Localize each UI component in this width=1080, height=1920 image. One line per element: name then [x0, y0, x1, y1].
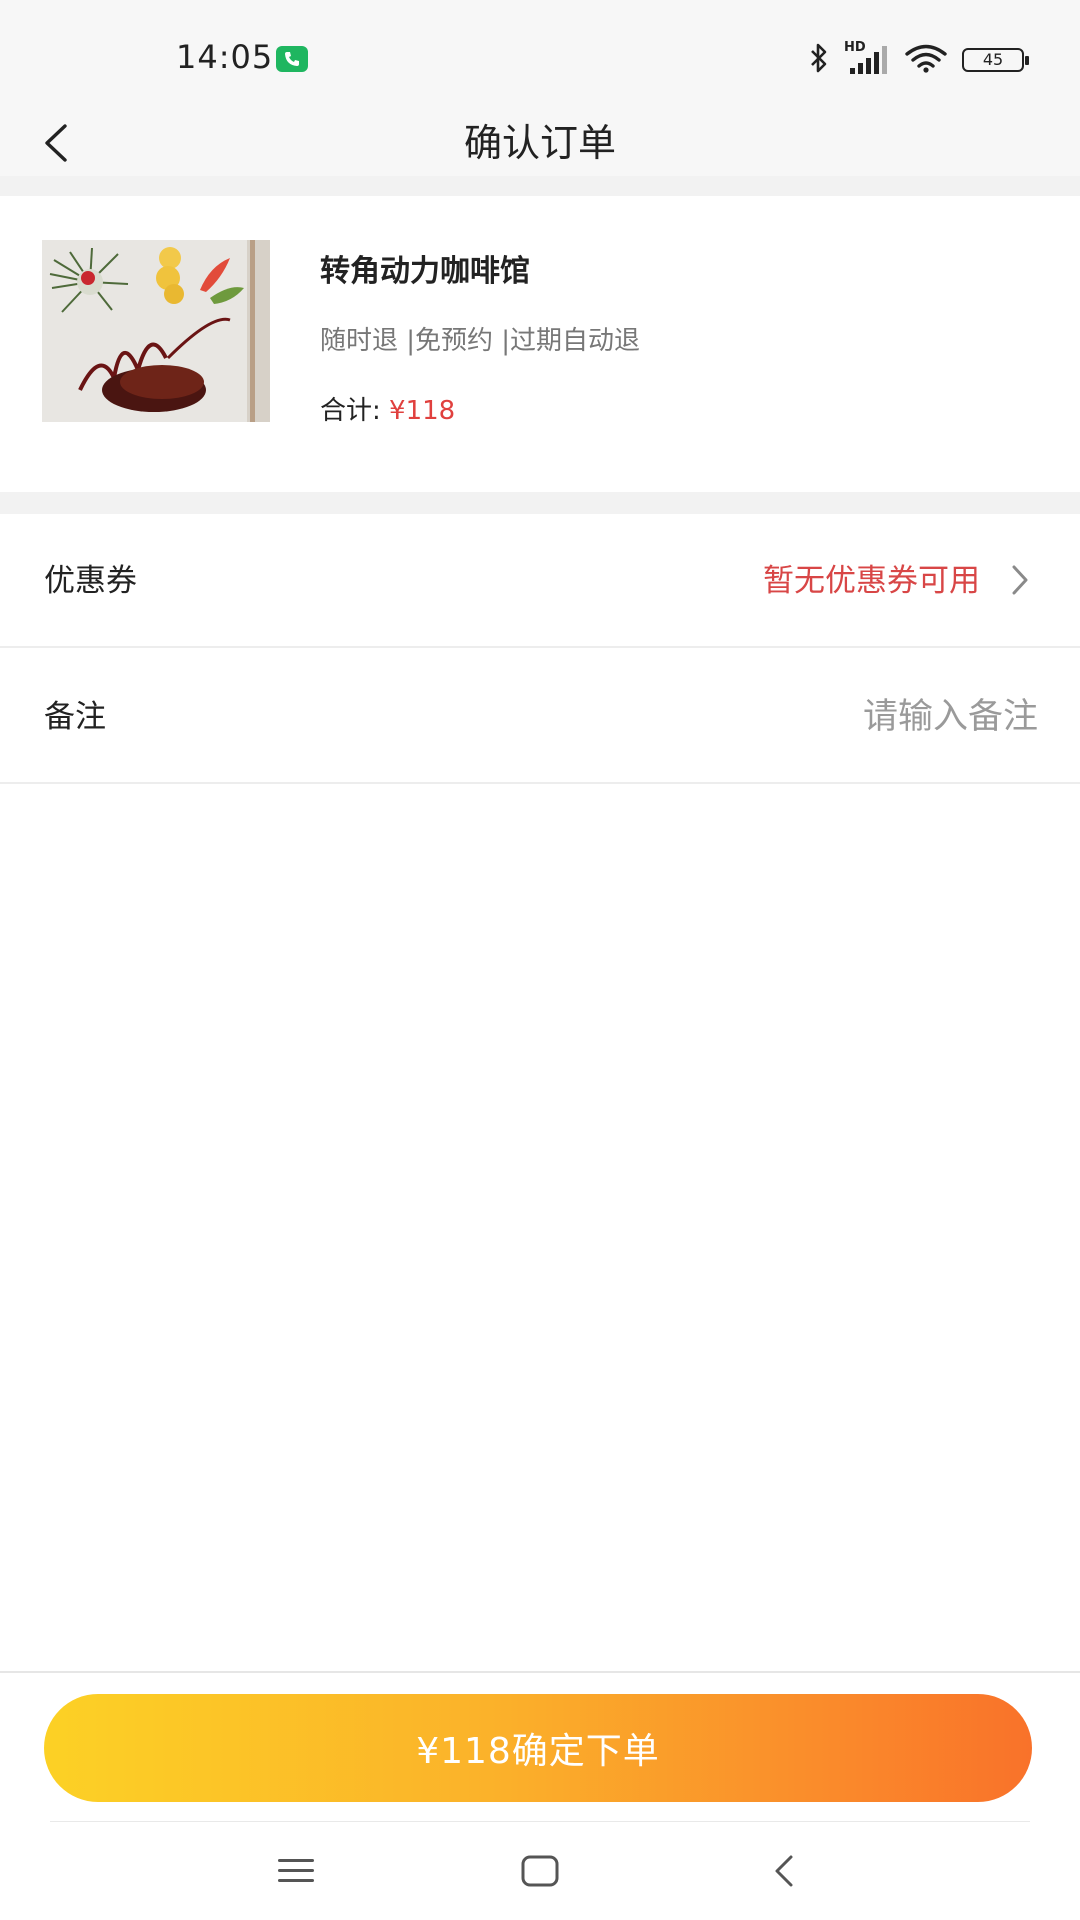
system-menu-button[interactable] — [256, 1832, 336, 1910]
total-price: ¥118 — [389, 396, 456, 426]
product-image — [42, 240, 270, 422]
section-divider — [0, 176, 1080, 196]
wifi-icon — [904, 43, 948, 77]
home-square-icon — [521, 1855, 559, 1887]
service-tags: 随时退 |免预约 |过期自动退 — [320, 326, 641, 356]
status-icons: HD 45 — [808, 40, 1029, 80]
status-time: 14:05 — [176, 38, 274, 76]
chevron-right-icon — [1012, 565, 1028, 595]
back-triangle-icon — [775, 1855, 793, 1887]
remark-label: 备注 — [44, 699, 106, 735]
product-card: 转角动力咖啡馆 随时退 |免预约 |过期自动退 合计: ¥118 — [0, 196, 1080, 492]
coupon-row[interactable]: 优惠券 暂无优惠券可用 — [0, 514, 1080, 648]
coupon-value: 暂无优惠券可用 — [763, 563, 980, 599]
remark-row: 备注 — [0, 650, 1080, 784]
shop-name: 转角动力咖啡馆 — [320, 254, 530, 289]
bottom-divider — [0, 1671, 1080, 1673]
page-title: 确认订单 — [463, 121, 616, 165]
system-back-button[interactable] — [744, 1832, 824, 1910]
coupon-label: 优惠券 — [44, 563, 137, 599]
signal-icon: HD — [844, 40, 890, 76]
battery-icon: 45 — [962, 48, 1029, 72]
system-home-button[interactable] — [500, 1832, 580, 1910]
section-divider — [0, 492, 1080, 514]
bluetooth-icon — [808, 42, 830, 78]
phone-call-icon — [276, 46, 308, 72]
system-nav-bar — [0, 1822, 1080, 1920]
remark-input[interactable] — [558, 682, 1038, 752]
status-bar: 14:05 HD 45 — [0, 0, 1080, 110]
total-row: 合计: ¥118 — [320, 390, 455, 427]
submit-order-button[interactable]: ¥118确定下单 — [44, 1694, 1032, 1802]
nav-bar: 确认订单 — [0, 110, 1080, 176]
total-label: 合计: — [320, 396, 381, 426]
menu-icon — [278, 1859, 314, 1882]
